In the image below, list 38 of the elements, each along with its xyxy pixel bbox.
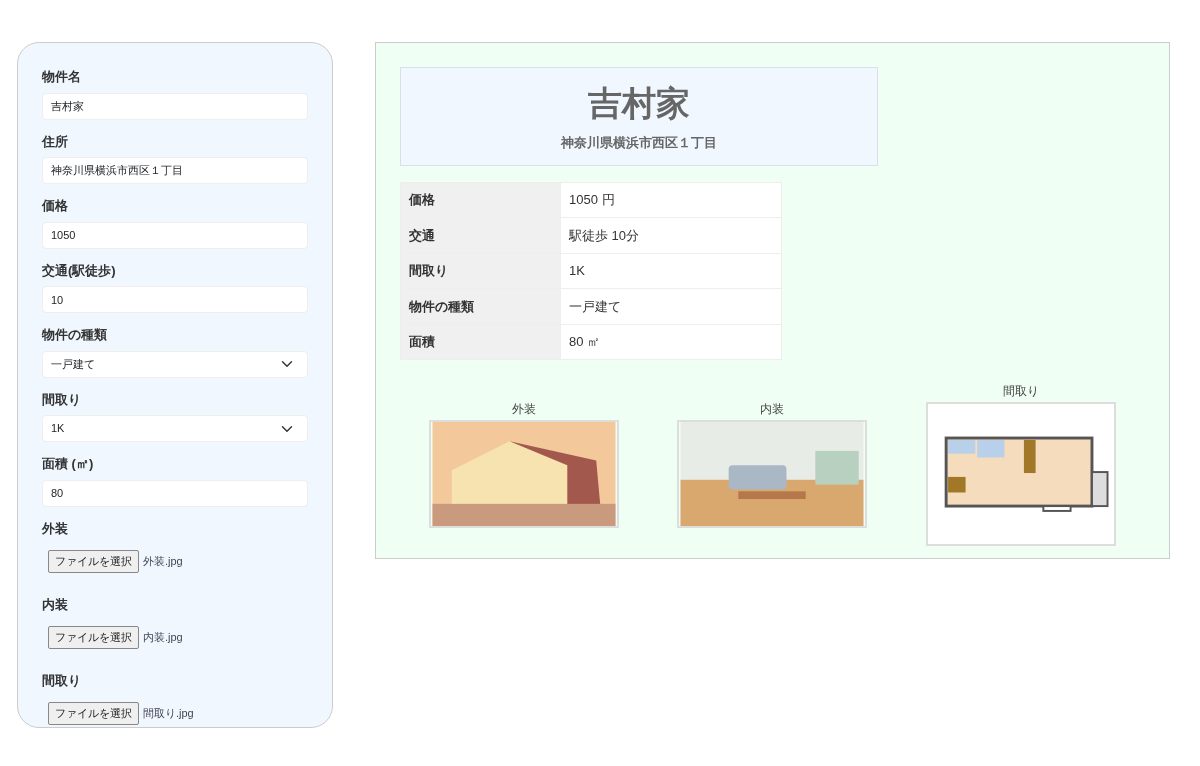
field-label: 間取り (42, 671, 81, 690)
field-label: 面積 (㎡) (42, 455, 94, 473)
file-name: 外装.jpg (143, 554, 183, 569)
image-caption: 間取り (1002, 383, 1039, 400)
input-field[interactable]: 80 (42, 479, 308, 507)
image-caption: 内装 (760, 401, 785, 418)
detail-value: 80 ㎡ (560, 324, 782, 360)
property-title: 吉村家 (588, 83, 690, 124)
file-name: 間取り.jpg (143, 706, 194, 721)
detail-label: 物件の種類 (400, 288, 561, 324)
detail-label: 間取り (400, 253, 561, 289)
input-field[interactable]: 10 (42, 286, 308, 313)
input-field[interactable]: 1050 (42, 221, 308, 249)
field-label: 住所 (42, 132, 68, 151)
field-label: 物件の種類 (42, 326, 107, 344)
field-label: 価格 (42, 197, 68, 215)
detail-value: 一戸建て (560, 288, 782, 324)
field-label: 間取り (42, 390, 81, 409)
field-label: 物件名 (42, 68, 81, 86)
field-label: 外装 (42, 519, 68, 538)
file-choose-button[interactable]: ファイルを選択 (48, 550, 139, 573)
detail-label: 面積 (400, 324, 561, 360)
input-field[interactable]: 吉村家 (42, 92, 308, 120)
detail-value: 駅徒歩 10分 (560, 217, 782, 253)
property-address: 神奈川県横浜市西区１丁目 (561, 134, 717, 152)
file-choose-button[interactable]: ファイルを選択 (48, 626, 139, 649)
image-caption: 外装 (512, 401, 537, 418)
field-label: 交通(駅徒歩) (42, 261, 116, 280)
file-name: 内装.jpg (143, 630, 183, 645)
file-choose-button[interactable]: ファイルを選択 (48, 702, 139, 725)
detail-label: 価格 (400, 182, 561, 218)
dropdown[interactable]: 一戸建て (42, 350, 308, 378)
detail-value: 1K (560, 253, 782, 289)
dropdown[interactable]: 1K (42, 415, 308, 442)
field-label: 内装 (42, 595, 68, 614)
input-field[interactable]: 神奈川県横浜市西区１丁目 (42, 157, 308, 184)
detail-label: 交通 (400, 217, 561, 253)
detail-value: 1050 円 (560, 182, 782, 218)
